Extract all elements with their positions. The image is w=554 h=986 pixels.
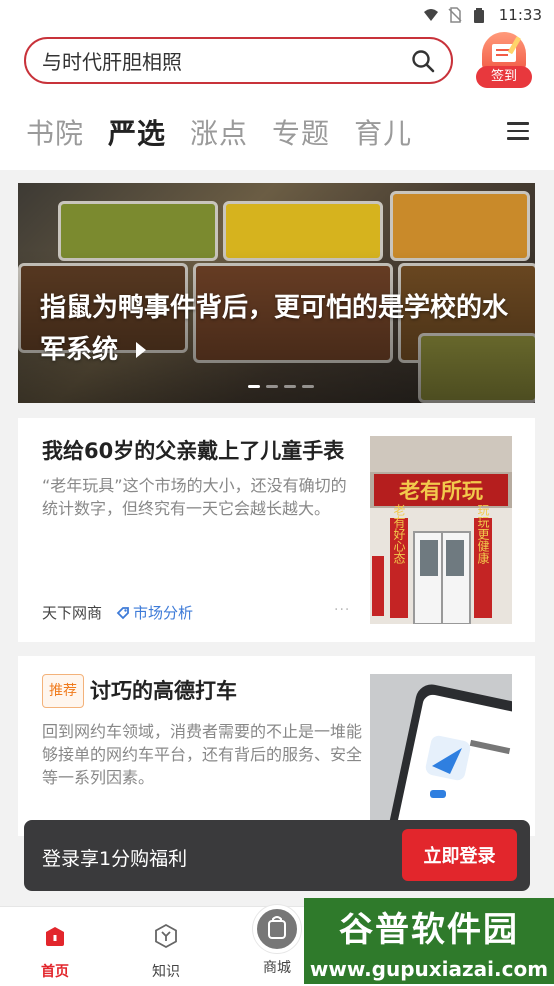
hero-banner[interactable]: 指鼠为鸭事件背后，更可怕的是学校的水军系统 <box>18 183 535 403</box>
tag-icon <box>116 606 129 619</box>
status-bar: 11:33 <box>0 0 554 30</box>
article-summary: “老年玩具”这个市场的大小，还没有确切的统计数字，但终究有一天它会越长越大。 <box>42 476 347 518</box>
couplet-right-text: 玩玩更健康 <box>476 504 490 564</box>
article-summary: 回到网约车领域，消费者需要的不止是一堆能够接单的网约车平台，还有背后的服务、安全… <box>42 722 363 787</box>
mall-center-button[interactable] <box>253 905 301 953</box>
play-arrow-icon <box>136 342 147 358</box>
nav-item-knowledge[interactable]: 知识 <box>136 923 196 981</box>
article-card[interactable]: 我给60岁的父亲戴上了儿童手表 “老年玩具”这个市场的大小，还没有确切的统计数字… <box>18 418 535 642</box>
shop-sign-text: 老有所玩 <box>399 478 483 503</box>
knowledge-icon <box>155 923 177 949</box>
signin-button[interactable]: 签到 <box>474 30 534 90</box>
article-title: 推荐 讨巧的高德打车 <box>42 674 362 708</box>
menu-icon[interactable] <box>507 122 529 142</box>
search-input[interactable]: 与时代肝胆相照 <box>24 37 453 84</box>
nav-label-mall: 商城 <box>263 960 291 976</box>
login-promo-bar: 登录享1分购福利 立即登录 <box>24 820 530 891</box>
signin-label: 签到 <box>476 66 532 88</box>
banner-title: 指鼠为鸭事件背后，更可怕的是学校的水军系统 <box>40 293 509 365</box>
channel-tabs: 书院 严选 涨点 专题 育儿 <box>26 110 412 154</box>
article-meta: 天下网商 市场分析 <box>42 602 193 623</box>
tab-yuer[interactable]: 育儿 <box>354 112 412 152</box>
status-time: 11:33 <box>498 6 542 24</box>
couplet-left-text: 老有好心态 <box>392 504 406 564</box>
recommend-badge: 推荐 <box>42 674 84 708</box>
article-card[interactable]: 推荐 讨巧的高德打车 回到网约车领域，消费者需要的不止是一堆能够接单的网约车平台，… <box>18 656 535 862</box>
login-promo-text: 登录享1分购福利 <box>42 848 188 870</box>
nav-label-home: 首页 <box>41 964 69 980</box>
article-title: 我给60岁的父亲戴上了儿童手表 <box>42 439 345 463</box>
nav-item-home[interactable]: 首页 <box>25 923 85 981</box>
tab-shuyuan[interactable]: 书院 <box>26 112 84 152</box>
search-icon[interactable] <box>411 49 435 73</box>
login-button[interactable]: 立即登录 <box>402 829 517 881</box>
tab-zhangdian[interactable]: 涨点 <box>190 112 248 152</box>
no-sim-icon <box>448 7 462 23</box>
header: 与时代肝胆相照 签到 书院 严选 涨点 专题 育儿 <box>0 30 554 170</box>
watermark-title: 谷普软件园 <box>304 898 554 954</box>
article-source: 天下网商 <box>42 604 103 622</box>
article-tag[interactable]: 市场分析 <box>116 602 193 623</box>
watermark-url: www.gupuxiazai.com <box>304 954 554 984</box>
banner-pagination <box>248 385 314 388</box>
tab-yanxuan[interactable]: 严选 <box>108 112 166 152</box>
battery-icon <box>473 8 484 23</box>
tab-zhuanti[interactable]: 专题 <box>272 112 330 152</box>
home-icon <box>46 927 64 946</box>
article-thumbnail: 老有所玩 老有好心态 玩玩更健康 <box>370 436 512 624</box>
nav-label-knowledge: 知识 <box>152 964 180 980</box>
watermark: 谷普软件园 www.gupuxiazai.com <box>304 898 554 986</box>
search-placeholder: 与时代肝胆相照 <box>42 50 182 74</box>
more-options-icon[interactable]: ··· <box>334 602 350 618</box>
bag-icon <box>268 916 286 939</box>
wifi-icon <box>423 9 438 21</box>
